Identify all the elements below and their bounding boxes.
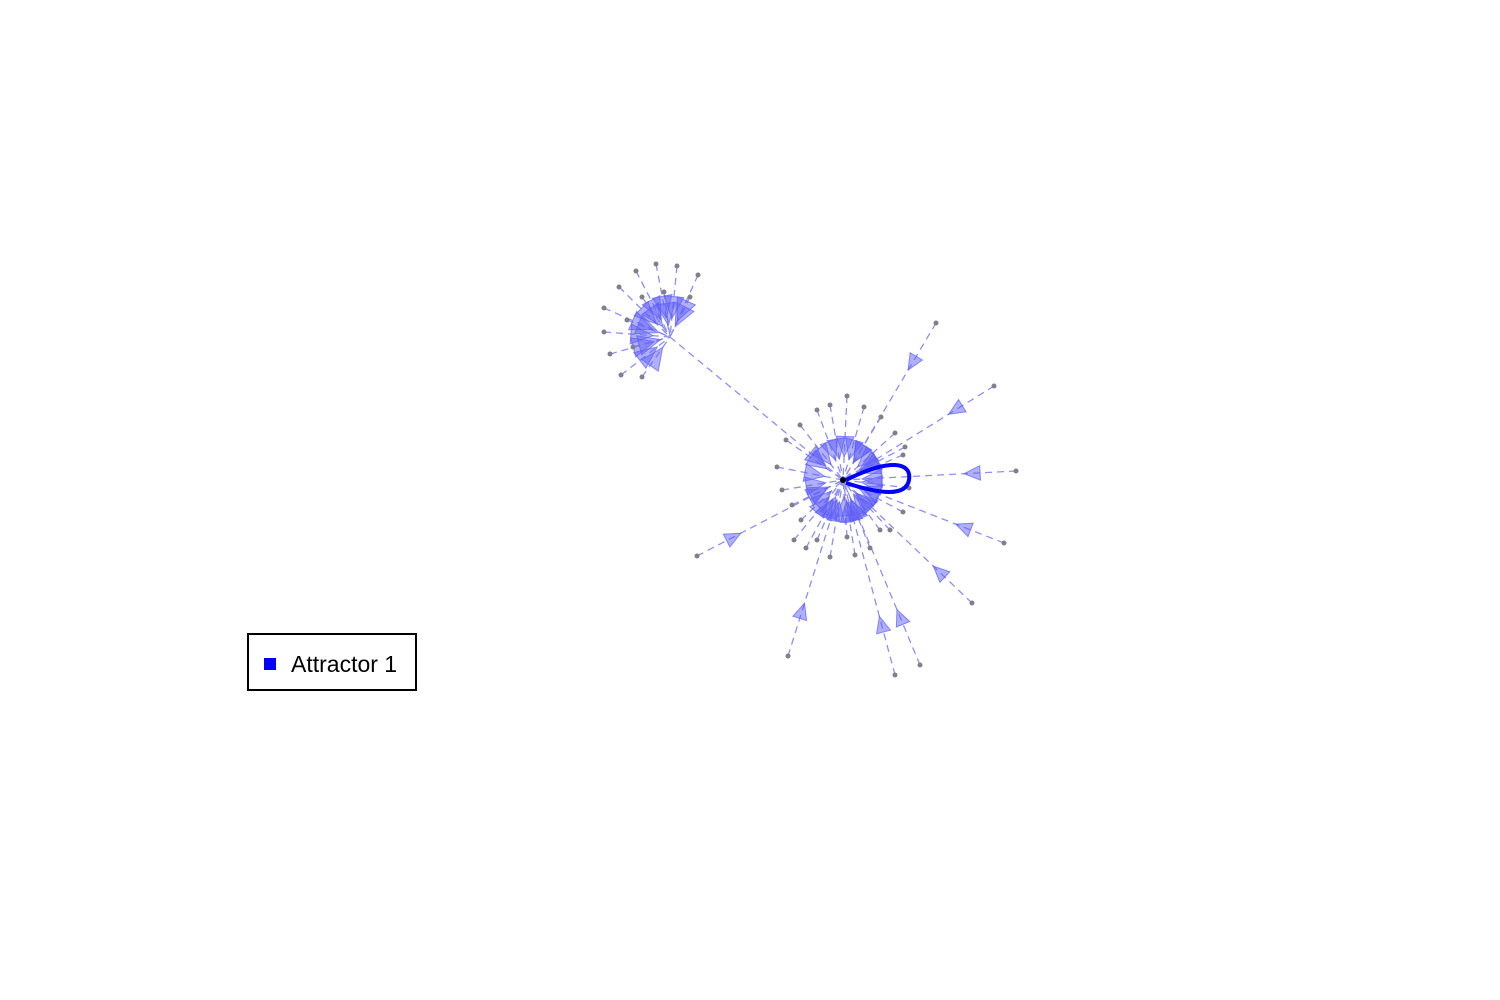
state-node (783, 437, 789, 443)
state-node (797, 422, 803, 428)
state-node (900, 452, 906, 458)
legend-label-attractor-1: Attractor 1 (291, 651, 398, 677)
state-node (630, 344, 636, 350)
state-node (867, 545, 873, 551)
state-node (618, 372, 624, 378)
state-node (900, 509, 906, 515)
state-node (785, 653, 791, 659)
state-node (601, 329, 607, 335)
state-node (695, 272, 701, 278)
state-node (633, 268, 639, 274)
state-node (892, 430, 898, 436)
state-node (827, 402, 833, 408)
state-node (878, 414, 884, 420)
state-node (902, 444, 908, 450)
state-node (607, 351, 613, 357)
attractor-state-node (840, 477, 846, 483)
state-node (933, 320, 939, 326)
state-node (991, 383, 997, 389)
transition-arrowhead (962, 464, 982, 481)
transition-arrowhead (907, 351, 924, 372)
state-node (892, 672, 898, 678)
transition-arrowheads (627, 293, 982, 635)
state-node (624, 317, 630, 323)
state-node (779, 487, 785, 493)
state-node (674, 263, 680, 269)
transition-arrowhead (792, 602, 808, 622)
state-node (852, 552, 858, 558)
state-node (694, 553, 700, 559)
legend: Attractor 1 (247, 633, 417, 691)
state-node (1001, 540, 1007, 546)
state-node (791, 537, 797, 543)
state-node (639, 294, 645, 300)
transition-arrowhead (722, 532, 742, 548)
state-node (1013, 468, 1019, 474)
state-node (687, 294, 693, 300)
state-node (917, 662, 923, 668)
state-node (653, 261, 659, 267)
transition-arrowhead (932, 565, 951, 584)
state-node (616, 284, 622, 290)
transition-arrowhead (954, 522, 974, 538)
state-node (844, 534, 850, 540)
state-node (639, 374, 645, 380)
state-node (814, 407, 820, 413)
state-node (774, 464, 780, 470)
state-node (798, 517, 804, 523)
transition-arrowhead (947, 398, 967, 415)
state-node (661, 289, 667, 295)
state-node (803, 545, 809, 551)
state-node (844, 393, 850, 399)
state-node (601, 305, 607, 311)
transition-arrowhead (895, 608, 911, 628)
state-node (827, 554, 833, 560)
state-node (877, 527, 883, 533)
legend-swatch-attractor-1 (264, 658, 276, 670)
state-node (861, 404, 867, 410)
state-node (789, 502, 795, 508)
state-node (969, 600, 975, 606)
transition-arrowhead (875, 615, 892, 635)
state-transition-graph (601, 261, 1019, 678)
state-node (814, 537, 820, 543)
state-node (887, 527, 893, 533)
